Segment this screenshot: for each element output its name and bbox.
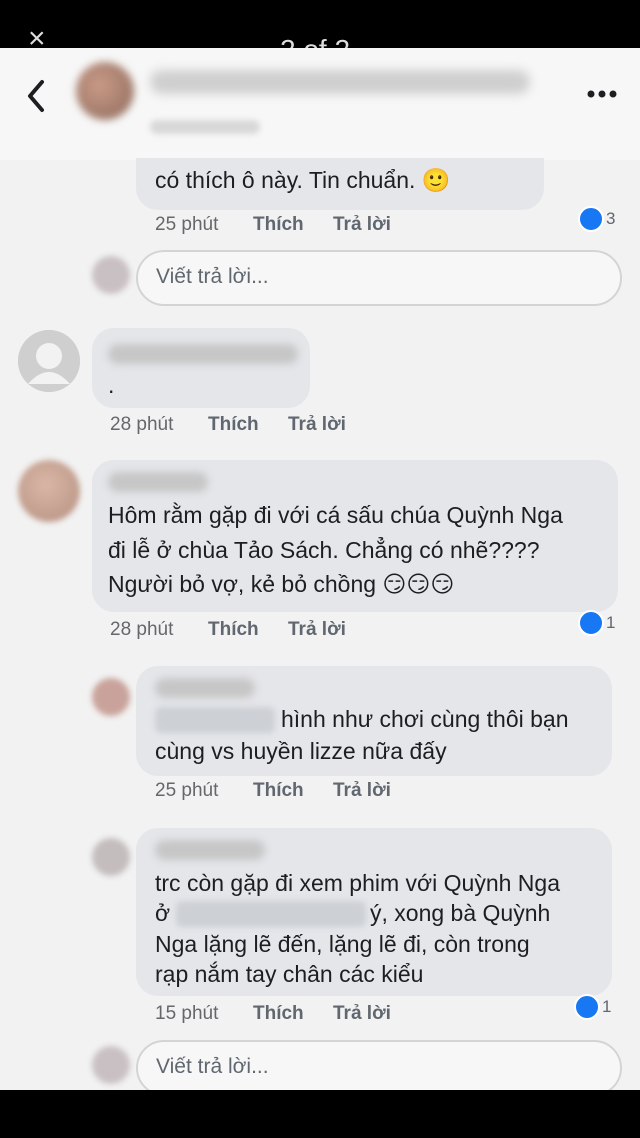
location-blurred xyxy=(176,901,366,927)
avatar xyxy=(92,256,130,294)
reaction-count[interactable]: 1 xyxy=(574,994,614,1020)
close-icon[interactable]: × xyxy=(28,30,54,48)
like-action[interactable]: Thích xyxy=(208,619,259,641)
reply-action[interactable]: Trả lời xyxy=(333,1003,391,1025)
comment-text: Người bỏ vợ, kẻ bỏ chồng 😏😏😏 xyxy=(108,571,455,597)
default-profile-icon xyxy=(18,330,80,392)
author-name-blurred xyxy=(108,472,208,492)
comment-text: hình như chơi cùng thôi bạn xyxy=(281,706,569,732)
avatar[interactable] xyxy=(76,62,134,120)
reaction-count[interactable]: 1 xyxy=(578,610,618,636)
comment-text: trc còn gặp đi xem phim với Quỳnh Nga xyxy=(155,870,560,896)
post-time-blurred xyxy=(150,120,260,134)
author-name-blurred xyxy=(155,678,255,698)
like-action[interactable]: Thích xyxy=(253,780,304,802)
post-header xyxy=(0,48,640,160)
comment-meta: 28 phút Thích Trả lời xyxy=(110,414,410,438)
comment-time: 25 phút xyxy=(155,780,219,801)
like-action[interactable]: Thích xyxy=(253,1003,304,1025)
comment-text: ý, xong bà Quỳnh xyxy=(370,900,551,926)
comment-meta: 28 phút Thích Trả lời xyxy=(110,619,410,643)
like-action[interactable]: Thích xyxy=(208,414,259,436)
reaction-count[interactable]: 3 xyxy=(578,206,618,232)
avatar[interactable] xyxy=(18,460,80,522)
like-reaction-icon xyxy=(578,610,604,636)
like-action[interactable]: Thích xyxy=(253,214,304,236)
author-name-blurred xyxy=(108,344,298,364)
comment-time: 25 phút xyxy=(155,214,219,235)
comment-meta: 25 phút Thích Trả lời xyxy=(155,214,455,238)
comment-time: 15 phút xyxy=(155,1003,219,1024)
author-name-blurred xyxy=(155,840,265,860)
comment-text: Hôm rằm gặp đi với cá sấu chúa Quỳnh Nga xyxy=(108,502,563,528)
comment-text: . xyxy=(108,372,115,398)
comment-meta: 15 phút Thích Trả lời xyxy=(155,1003,455,1027)
comment-text: cùng vs huyền lizze nữa đấy xyxy=(155,738,447,764)
comment-meta: 25 phút Thích Trả lời xyxy=(155,780,455,804)
comment-time: 28 phút xyxy=(110,414,174,435)
reply-action[interactable]: Trả lời xyxy=(333,780,391,802)
like-reaction-icon xyxy=(574,994,600,1020)
photo-viewer-bottombar xyxy=(0,1090,640,1138)
like-reaction-icon xyxy=(578,206,604,232)
reply-input[interactable]: Viết trả lời... xyxy=(136,1040,622,1090)
author-name-blurred xyxy=(150,70,530,94)
comment-text: đi lễ ở chùa Tảo Sách. Chẳng có nhẽ???? xyxy=(108,537,540,563)
mention-blurred xyxy=(155,707,275,733)
ellipsis-icon[interactable] xyxy=(586,82,618,106)
comment-text: có thích ô này. Tin chuẩn. 🙂 xyxy=(155,167,451,193)
photo-counter: 2 of 2 xyxy=(280,30,350,48)
avatar[interactable] xyxy=(92,678,130,716)
avatar[interactable] xyxy=(18,330,80,392)
comment-text: rạp nắm tay chân các kiểu xyxy=(155,961,424,987)
comment-text: ở xyxy=(155,900,171,926)
photo-viewer-topbar: × 2 of 2 xyxy=(0,0,640,48)
reply-action[interactable]: Trả lời xyxy=(288,619,346,641)
reply-input[interactable]: Viết trả lời... xyxy=(136,250,622,306)
comment-bubble xyxy=(92,328,310,408)
reply-action[interactable]: Trả lời xyxy=(333,214,391,236)
comment-text: Nga lặng lẽ đến, lặng lẽ đi, còn trong xyxy=(155,931,530,957)
avatar[interactable] xyxy=(92,838,130,876)
chevron-left-icon[interactable] xyxy=(22,76,50,116)
comment-thread-screen: có thích ô này. Tin chuẩn. 🙂 25 phút Thí… xyxy=(0,48,640,1090)
comment-time: 28 phút xyxy=(110,619,174,640)
reply-action[interactable]: Trả lời xyxy=(288,414,346,436)
avatar xyxy=(92,1046,130,1084)
